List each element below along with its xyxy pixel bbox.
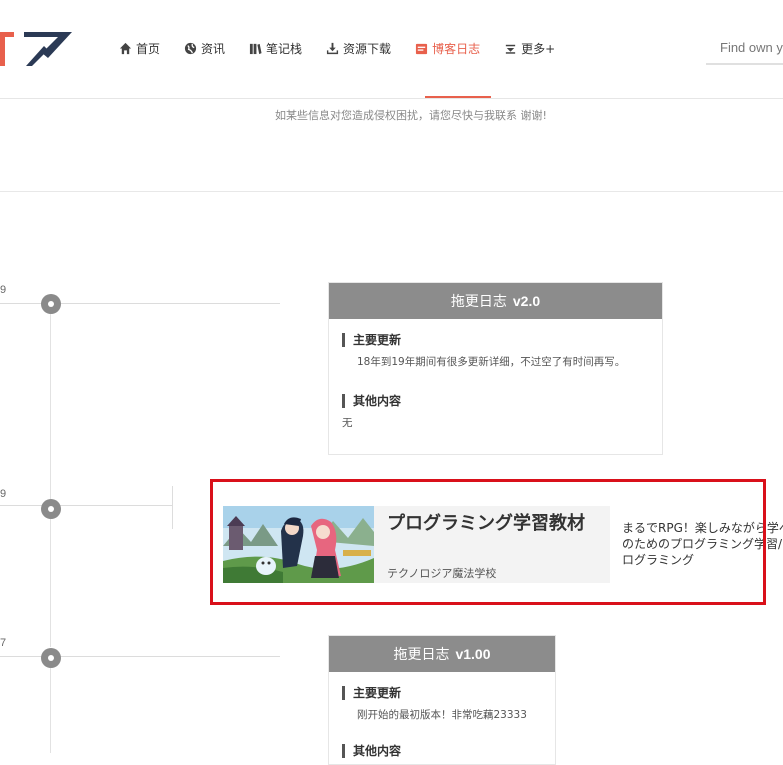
timeline-dot — [41, 499, 61, 519]
timeline-tick — [172, 486, 173, 529]
site-logo[interactable] — [0, 28, 80, 70]
log-card-version: v2.0 — [512, 293, 541, 309]
log-card-version: v1.00 — [455, 646, 491, 662]
nav-item-news[interactable]: 资讯 — [184, 38, 225, 58]
search-input[interactable] — [706, 33, 783, 61]
nav-label: 首页 — [136, 41, 161, 56]
section-text: 刚开始的最初版本！非常吃藕23333 — [357, 709, 527, 721]
nav-label: 博客日志 — [432, 41, 481, 56]
nav-label: 资讯 — [201, 41, 226, 56]
section-text: 无 — [342, 417, 353, 429]
timeline-line — [50, 314, 51, 499]
section-heading: 主要更新 — [342, 686, 541, 700]
books-icon — [249, 43, 262, 54]
log-card-title: 拖更日志 — [393, 647, 450, 663]
nav-item-downloads[interactable]: 资源下载 — [326, 38, 391, 58]
main-nav: 首页 资讯 笔记栈 资源下载 博客日志 更多+ — [119, 38, 579, 58]
nav-item-blog[interactable]: 博客日志 — [415, 38, 480, 58]
timeline-connector — [0, 505, 172, 506]
nav-label: 笔记栈 — [266, 41, 303, 56]
nav-item-more[interactable]: 更多+ — [504, 38, 555, 58]
log-card-header: 拖更日志 v2.0 — [329, 283, 662, 319]
ad-description-panel: まるでRPG！楽しみながら学べるつく大人のためのプログラミング学習/ディズニープ… — [610, 506, 783, 583]
timeline-date: 9 — [0, 488, 7, 500]
download-icon — [326, 42, 339, 54]
timeline-line — [50, 668, 51, 753]
notice-text: 如某些信息对您造成侵权困扰，请您尽快与我联系 谢谢! — [275, 109, 547, 122]
site-header: 首页 资讯 笔记栈 资源下载 博客日志 更多+ Find own you — [0, 0, 783, 99]
home-icon — [119, 42, 132, 54]
nav-label: 资源下载 — [343, 41, 392, 56]
section-heading: 其他内容 — [342, 394, 648, 408]
log-card: 拖更日志 v2.0 主要更新 18年到19年期间有很多更新详细，不过空了有时间再… — [328, 282, 663, 455]
ad-subtitle: テクノロジア魔法学校 — [387, 567, 497, 580]
timeline-line — [50, 519, 51, 647]
ad-illustration — [223, 506, 374, 583]
nav-label: 更多+ — [521, 41, 556, 56]
section-heading: 其他内容 — [342, 744, 541, 758]
log-card-title: 拖更日志 — [450, 294, 507, 310]
section-heading: 主要更新 — [342, 333, 648, 347]
nav-item-notes[interactable]: 笔记栈 — [249, 38, 302, 58]
log-card: 拖更日志 v1.00 主要更新 刚开始的最初版本！非常吃藕23333 其他内容 — [328, 635, 556, 765]
nav-item-home[interactable]: 首页 — [119, 38, 160, 58]
timeline-date: 7 — [0, 637, 7, 649]
blog-icon — [415, 43, 428, 54]
nav-active-indicator — [425, 96, 491, 98]
timeline-date: 9 — [0, 284, 7, 296]
more-icon — [505, 44, 516, 54]
log-card-header: 拖更日志 v1.00 — [329, 636, 555, 672]
ad-banner[interactable]: プログラミング学習教材 テクノロジア魔法学校 まるでRPG！楽しみながら学べるつ… — [223, 506, 783, 583]
notice-banner: 如某些信息对您造成侵权困扰，请您尽快与我联系 谢谢! — [0, 99, 783, 192]
timeline-dot — [41, 294, 61, 314]
section-text: 18年到19年期间有很多更新详细，不过空了有时间再写。 — [357, 356, 626, 368]
search-box[interactable] — [706, 33, 783, 65]
globe-icon — [184, 42, 197, 54]
timeline-dot — [41, 648, 61, 668]
ad-description: まるでRPG！楽しみながら学べるつく大人のためのプログラミング学習/ディズニープ… — [622, 521, 783, 567]
ad-title[interactable]: プログラミング学習教材 — [387, 512, 597, 536]
